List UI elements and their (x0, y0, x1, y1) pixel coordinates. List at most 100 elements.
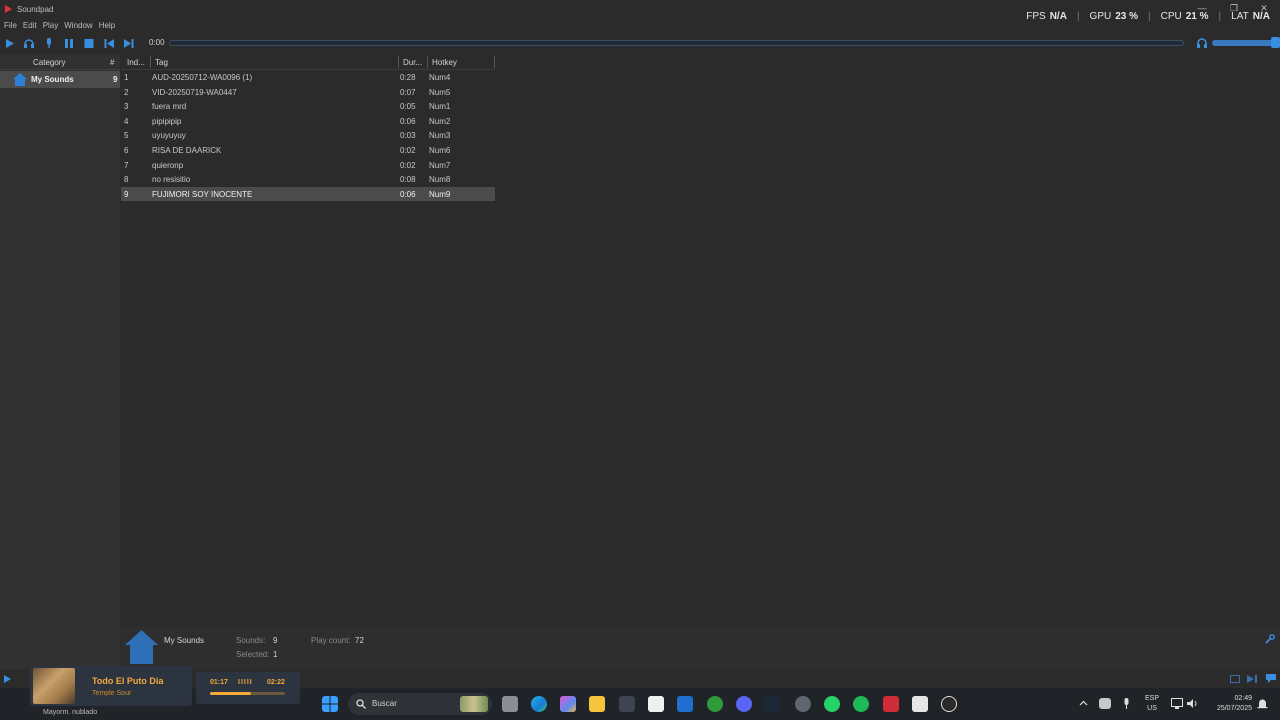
steam-icon[interactable] (765, 696, 781, 712)
menu-help[interactable]: Help (99, 19, 119, 33)
table-row[interactable]: 8 no resisitio 0:08 Num8 (121, 172, 495, 187)
windows-start-icon[interactable] (322, 696, 338, 712)
hotkey-column-header[interactable]: Hotkey (432, 58, 457, 67)
system-clock[interactable]: 02:49 25/07/2025 (1204, 694, 1252, 714)
media-visualizer: IIIII (238, 679, 253, 686)
menu-file[interactable]: File (4, 19, 21, 33)
category-column-header[interactable]: Category (33, 58, 65, 67)
media-player-icon[interactable] (883, 696, 899, 712)
headphones-icon[interactable] (23, 38, 35, 49)
table-row[interactable]: 2 VID-20250719-WA0447 0:07 Num5 (121, 85, 495, 100)
gpu-label: GPU (1089, 11, 1112, 22)
row-hotkey: Num2 (429, 116, 451, 126)
selected-label: Selected: (236, 650, 270, 659)
tray-app-icon[interactable] (1099, 698, 1111, 709)
row-duration: 0:02 (400, 145, 416, 155)
cpu-label: CPU (1160, 11, 1182, 22)
lat-label: LAT (1231, 11, 1249, 22)
soundpad-taskbar-icon[interactable] (619, 696, 635, 712)
row-tag: uyuyuyuy (152, 131, 186, 141)
edge-browser-icon[interactable] (531, 696, 547, 712)
media-artist: Temple Sour (92, 690, 132, 697)
fps-stat: FPS N/A (1026, 11, 1067, 22)
table-row[interactable]: 1 AUD-20250712-WA0096 (1) 0:28 Num4 (121, 70, 495, 85)
column-divider[interactable] (398, 56, 399, 68)
row-index: 7 (124, 160, 129, 170)
row-index: 2 (124, 87, 129, 97)
row-hotkey: Num8 (429, 175, 451, 185)
taskbar-search[interactable]: Buscar (348, 693, 492, 715)
discord-icon[interactable] (736, 696, 752, 712)
table-row[interactable]: 6 RISA DE DAARICK 0:02 Num6 (121, 143, 495, 158)
play-circle-icon[interactable] (941, 696, 957, 712)
column-divider[interactable] (427, 56, 428, 68)
row-tag: FUJIMORI SOY INOCENTE (152, 189, 253, 199)
sounds-value: 9 (273, 636, 278, 645)
notification-bell-icon[interactable] (1257, 698, 1268, 710)
menu-window[interactable]: Window (64, 19, 96, 33)
volume-slider-handle[interactable] (1271, 37, 1280, 48)
file-explorer-icon[interactable] (589, 696, 605, 712)
menu-play[interactable]: Play (43, 19, 63, 33)
sound-list-table: Ind... Tag Dur... Hotkey 1 AUD-20250712-W… (121, 54, 495, 202)
menu-edit[interactable]: Edit (23, 19, 41, 33)
category-item-my-sounds[interactable]: My Sounds 9 (0, 71, 120, 88)
column-divider[interactable] (150, 56, 151, 68)
wrench-icon[interactable] (1265, 634, 1275, 644)
category-header: Category # (0, 54, 120, 70)
stop-icon[interactable] (83, 38, 95, 49)
next-icon[interactable] (1247, 675, 1257, 683)
whatsapp-icon[interactable] (824, 696, 840, 712)
row-index: 3 (124, 102, 129, 112)
media-progress-widget[interactable]: 01:17 IIIII 02:22 (196, 672, 300, 704)
row-hotkey: Num4 (429, 73, 451, 82)
play-icon[interactable] (4, 38, 16, 49)
lat-value: N/A (1252, 11, 1270, 22)
media-progress-bar[interactable] (210, 692, 285, 695)
tag-column-header[interactable]: Tag (155, 58, 168, 67)
row-duration: 0:02 (400, 160, 416, 170)
spotify-icon[interactable] (853, 696, 869, 712)
headphones-volume-icon[interactable] (1196, 37, 1208, 49)
row-hotkey: Num9 (429, 189, 451, 199)
play-count-label: Play count: (311, 636, 351, 645)
table-row[interactable]: 9 FUJIMORI SOY INOCENTE 0:06 Num9 (121, 186, 495, 202)
table-row[interactable]: 4 pipipipip 0:06 Num2 (121, 114, 495, 129)
chat-icon[interactable] (1266, 674, 1276, 683)
bottom-toolbar (0, 670, 1280, 688)
language-indicator[interactable]: ESP US (1145, 694, 1159, 714)
duration-column-header[interactable]: Dur... (403, 58, 422, 67)
play-icon[interactable] (3, 675, 11, 683)
taskbar: Mayorm. nublado Buscar ESP US 02:49 25/0… (0, 688, 1280, 720)
volume-slider[interactable] (1212, 40, 1276, 46)
window-icon[interactable] (1230, 675, 1240, 683)
home-icon (125, 630, 158, 664)
chevron-up-icon[interactable] (1079, 699, 1088, 708)
outlook-icon[interactable] (677, 696, 693, 712)
search-highlight-image (460, 696, 488, 712)
playback-progress-bar[interactable] (169, 40, 1184, 46)
row-duration: 0:06 (400, 189, 416, 199)
microsoft-store-icon[interactable] (648, 696, 664, 712)
chrome-icon[interactable] (795, 696, 811, 712)
pause-icon[interactable] (63, 38, 75, 49)
task-view-icon[interactable] (502, 696, 518, 712)
index-column-header[interactable]: Ind... (127, 58, 145, 67)
previous-icon[interactable] (103, 38, 115, 49)
network-icon[interactable] (1171, 698, 1183, 709)
table-row[interactable]: 3 fuera mrd 0:05 Num1 (121, 99, 495, 114)
column-divider[interactable] (494, 56, 495, 68)
table-row[interactable]: 7 quieronp 0:02 Num7 (121, 158, 495, 173)
microphone-icon[interactable] (43, 38, 55, 49)
next-icon[interactable] (123, 38, 135, 49)
table-row[interactable]: 5 uyuyuyuy 0:03 Num3 (121, 128, 495, 143)
speaker-icon[interactable] (1187, 698, 1199, 709)
capcut-icon[interactable] (912, 696, 928, 712)
count-column-header[interactable]: # (110, 58, 114, 67)
status-category-name: My Sounds (164, 636, 205, 645)
copilot-icon[interactable] (560, 696, 576, 712)
media-now-playing-widget[interactable]: Todo El Puto Dia Temple Sour (30, 666, 192, 706)
xbox-icon[interactable] (707, 696, 723, 712)
soundpad-logo-icon (5, 5, 12, 13)
microphone-icon[interactable] (1122, 698, 1131, 710)
